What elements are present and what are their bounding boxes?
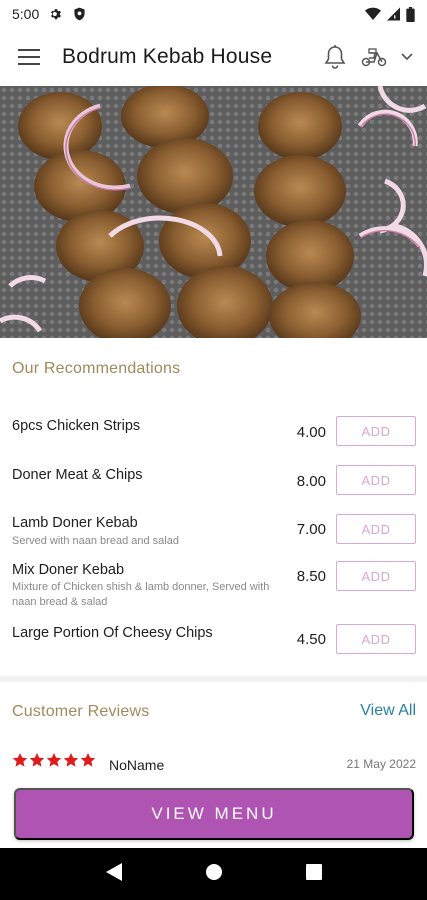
- review-item[interactable]: NoName 21 May 2022: [0, 752, 427, 776]
- item-price: 8.00: [296, 473, 326, 490]
- list-item[interactable]: Lamb Doner Kebab Served with naan bread …: [0, 514, 427, 554]
- item-price: 4.00: [296, 424, 326, 441]
- recents-icon[interactable]: [305, 863, 322, 885]
- hero-image: [0, 86, 427, 338]
- back-icon[interactable]: [105, 862, 123, 887]
- app-bar: Bodrum Kebab House: [0, 28, 427, 86]
- view-menu-button[interactable]: VIEW MENU: [14, 788, 414, 840]
- shield-icon: [73, 7, 86, 21]
- signal-icon: [387, 7, 400, 21]
- add-button[interactable]: ADD: [336, 624, 416, 654]
- star-icon: [80, 753, 96, 767]
- section-divider: [0, 676, 427, 682]
- star-rating: [12, 752, 96, 768]
- add-button[interactable]: ADD: [336, 416, 416, 446]
- gear-icon: [49, 7, 63, 21]
- item-name: Lamb Doner Kebab: [12, 515, 138, 531]
- item-name: Doner Meat & Chips: [12, 467, 143, 483]
- star-icon: [63, 753, 79, 767]
- item-name: Large Portion Of Cheesy Chips: [12, 625, 213, 641]
- list-item[interactable]: 6pcs Chicken Strips 4.00 ADD: [0, 416, 427, 456]
- status-bar: 5:00: [0, 0, 427, 28]
- system-nav-bar: [0, 848, 427, 900]
- item-description: Served with naan bread and salad: [12, 535, 179, 547]
- page-title: Bodrum Kebab House: [62, 45, 273, 68]
- chevron-down-icon[interactable]: [401, 53, 413, 61]
- item-price: 8.50: [296, 568, 326, 585]
- status-time: 5:00: [12, 6, 40, 22]
- list-item[interactable]: Mix Doner Kebab Mixture of Chicken shish…: [0, 561, 427, 613]
- recommendations-title: Our Recommendations: [12, 360, 181, 377]
- reviews-header: Customer Reviews View All: [0, 700, 427, 724]
- star-icon: [46, 753, 62, 767]
- item-name: 6pcs Chicken Strips: [12, 418, 141, 434]
- list-item[interactable]: Large Portion Of Cheesy Chips 4.50 ADD: [0, 624, 427, 664]
- item-price: 4.50: [296, 631, 326, 648]
- bell-icon[interactable]: [323, 44, 347, 70]
- view-all-link[interactable]: View All: [360, 702, 416, 720]
- reviews-title: Customer Reviews: [12, 703, 150, 720]
- item-name: Mix Doner Kebab: [12, 562, 125, 578]
- list-item[interactable]: Doner Meat & Chips 8.00 ADD: [0, 465, 427, 505]
- home-icon[interactable]: [205, 863, 223, 886]
- add-button[interactable]: ADD: [336, 561, 416, 591]
- item-description: Mixture of Chicken shish & lamb donner, …: [12, 581, 270, 608]
- star-icon: [12, 753, 28, 767]
- add-button[interactable]: ADD: [336, 514, 416, 544]
- reviewer-name: NoName: [109, 757, 165, 773]
- wifi-icon: [365, 7, 381, 21]
- scooter-icon[interactable]: [361, 46, 387, 68]
- hamburger-menu-icon[interactable]: [18, 48, 40, 66]
- review-date: 21 May 2022: [346, 757, 416, 771]
- star-icon: [29, 753, 45, 767]
- item-price: 7.00: [296, 521, 326, 538]
- add-button[interactable]: ADD: [336, 465, 416, 495]
- battery-icon: [406, 6, 415, 22]
